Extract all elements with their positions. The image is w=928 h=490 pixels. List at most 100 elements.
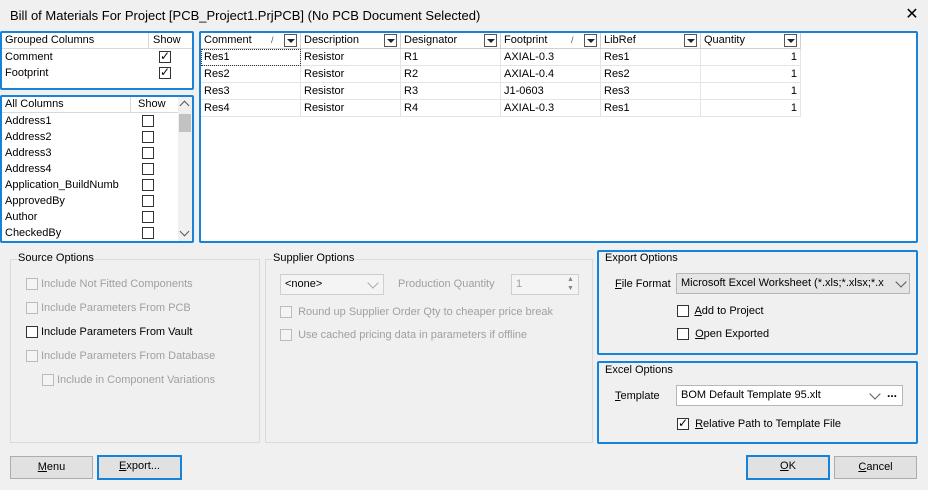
- scroll-thumb[interactable]: [179, 114, 191, 132]
- table-cell[interactable]: Res1: [601, 100, 701, 117]
- column-filter-dropdown-icon[interactable]: [584, 34, 597, 47]
- table-cell[interactable]: R4: [401, 100, 501, 117]
- grid-column-header[interactable]: Designator: [401, 33, 501, 49]
- table-row[interactable]: Res3 Resistor R3 J1-0603 Res3 1: [201, 83, 801, 100]
- all-column-row[interactable]: Address1: [2, 113, 192, 129]
- scroll-down-icon[interactable]: [179, 226, 190, 237]
- all-column-row[interactable]: ApprovedBy: [2, 193, 192, 209]
- source-option-checkbox[interactable]: [26, 326, 38, 339]
- table-cell[interactable]: Resistor: [301, 83, 401, 100]
- table-row[interactable]: Res1 Resistor R1 AXIAL-0.3 Res1 1: [201, 49, 801, 66]
- source-option-checkbox[interactable]: [26, 350, 38, 363]
- round-up-checkbox[interactable]: [280, 306, 292, 319]
- all-column-row[interactable]: Author: [2, 209, 192, 225]
- close-icon[interactable]: ✕: [904, 6, 920, 24]
- column-filter-dropdown-icon[interactable]: [284, 34, 297, 47]
- column-filter-dropdown-icon[interactable]: [384, 34, 397, 47]
- grouped-show-header: Show: [148, 33, 181, 48]
- source-option[interactable]: Include Not Fitted Components: [26, 278, 193, 291]
- all-column-checkbox[interactable]: [142, 179, 154, 191]
- grid-column-header[interactable]: Footprint /: [501, 33, 601, 49]
- table-cell[interactable]: R3: [401, 83, 501, 100]
- ok-button[interactable]: OK: [746, 455, 830, 480]
- table-cell[interactable]: Res1: [201, 49, 301, 66]
- table-cell[interactable]: Res2: [201, 66, 301, 83]
- grid-column-header[interactable]: Description: [301, 33, 401, 49]
- source-option[interactable]: Include Parameters From PCB: [26, 302, 191, 315]
- grouped-column-checkbox[interactable]: [159, 65, 171, 79]
- column-filter-dropdown-icon[interactable]: [684, 34, 697, 47]
- all-column-checkbox[interactable]: [142, 147, 154, 159]
- round-up-option[interactable]: Round up Supplier Order Qty to cheaper p…: [280, 306, 553, 319]
- table-cell[interactable]: Res2: [601, 66, 701, 83]
- all-column-checkbox[interactable]: [142, 163, 154, 175]
- column-filter-dropdown-icon[interactable]: [484, 34, 497, 47]
- all-column-checkbox[interactable]: [142, 211, 154, 223]
- source-option-checkbox[interactable]: [42, 374, 54, 387]
- all-column-row[interactable]: Address4: [2, 161, 192, 177]
- supplier-select[interactable]: <none>: [280, 274, 384, 295]
- source-option-checkbox[interactable]: [26, 278, 38, 291]
- grouped-column-row[interactable]: Footprint: [2, 65, 192, 81]
- table-cell[interactable]: Res3: [601, 83, 701, 100]
- table-cell[interactable]: R2: [401, 66, 501, 83]
- production-quantity-label: Production Quantity: [398, 278, 495, 290]
- source-option-checkbox[interactable]: [26, 302, 38, 315]
- grid-column-header[interactable]: Quantity: [701, 33, 801, 49]
- source-option[interactable]: Include in Component Variations: [42, 374, 215, 387]
- source-option[interactable]: Include Parameters From Vault: [26, 326, 192, 339]
- open-exported-option[interactable]: Open Exported: [677, 328, 769, 341]
- spin-up-icon[interactable]: ▲: [567, 276, 574, 284]
- open-exported-checkbox[interactable]: [677, 328, 689, 341]
- cancel-button[interactable]: Cancel: [834, 456, 917, 479]
- spin-down-icon[interactable]: ▼: [567, 285, 574, 293]
- all-column-checkbox[interactable]: [142, 195, 154, 207]
- table-row[interactable]: Res4 Resistor R4 AXIAL-0.3 Res1 1: [201, 100, 801, 117]
- grouped-column-checkbox[interactable]: [159, 49, 171, 63]
- table-cell[interactable]: Resistor: [301, 49, 401, 66]
- grouped-column-row[interactable]: Comment: [2, 49, 192, 65]
- all-column-checkbox[interactable]: [142, 131, 154, 143]
- template-select[interactable]: BOM Default Template 95.xlt ...: [676, 385, 903, 406]
- table-row[interactable]: Res2 Resistor R2 AXIAL-0.4 Res2 1: [201, 66, 801, 83]
- all-column-label: Address4: [5, 163, 52, 175]
- table-cell[interactable]: AXIAL-0.4: [501, 66, 601, 83]
- table-cell[interactable]: Res3: [201, 83, 301, 100]
- table-cell[interactable]: Resistor: [301, 66, 401, 83]
- source-option[interactable]: Include Parameters From Database: [26, 350, 215, 363]
- add-to-project-checkbox[interactable]: [677, 305, 689, 318]
- table-cell[interactable]: AXIAL-0.3: [501, 49, 601, 66]
- all-column-row[interactable]: Address3: [2, 145, 192, 161]
- cached-pricing-option[interactable]: Use cached pricing data in parameters if…: [280, 329, 527, 342]
- add-to-project-option[interactable]: Add to Project: [677, 305, 764, 318]
- column-filter-dropdown-icon[interactable]: [784, 34, 797, 47]
- table-cell[interactable]: 1: [701, 49, 801, 66]
- browse-button[interactable]: ...: [887, 386, 897, 403]
- all-column-row[interactable]: CheckedBy: [2, 225, 192, 241]
- table-cell[interactable]: 1: [701, 66, 801, 83]
- all-column-row[interactable]: Application_BuildNumb: [2, 177, 192, 193]
- all-columns-scrollbar[interactable]: [178, 97, 192, 241]
- relative-path-checkbox[interactable]: [677, 416, 689, 431]
- table-cell[interactable]: 1: [701, 100, 801, 117]
- scroll-up-icon[interactable]: [179, 100, 190, 111]
- table-cell[interactable]: J1-0603: [501, 83, 601, 100]
- table-cell[interactable]: 1: [701, 83, 801, 100]
- grid-column-header[interactable]: Comment /: [201, 33, 301, 49]
- production-quantity-input[interactable]: 1 ▲ ▼: [511, 274, 579, 295]
- cached-pricing-checkbox[interactable]: [280, 329, 292, 342]
- all-column-checkbox[interactable]: [142, 115, 154, 127]
- table-cell[interactable]: AXIAL-0.3: [501, 100, 601, 117]
- bom-grid-panel: Comment / Description Designator Footprint / L…: [199, 31, 918, 243]
- table-cell[interactable]: R1: [401, 49, 501, 66]
- file-format-select[interactable]: Microsoft Excel Worksheet (*.xls;*.xlsx;…: [676, 273, 910, 294]
- table-cell[interactable]: Resistor: [301, 100, 401, 117]
- all-column-checkbox[interactable]: [142, 227, 154, 239]
- grid-column-header[interactable]: LibRef: [601, 33, 701, 49]
- table-cell[interactable]: Res4: [201, 100, 301, 117]
- menu-button[interactable]: Menu: [10, 456, 93, 479]
- relative-path-option[interactable]: Relative Path to Template File: [677, 416, 841, 431]
- export-button[interactable]: Export...: [97, 455, 182, 480]
- all-column-row[interactable]: Address2: [2, 129, 192, 145]
- table-cell[interactable]: Res1: [601, 49, 701, 66]
